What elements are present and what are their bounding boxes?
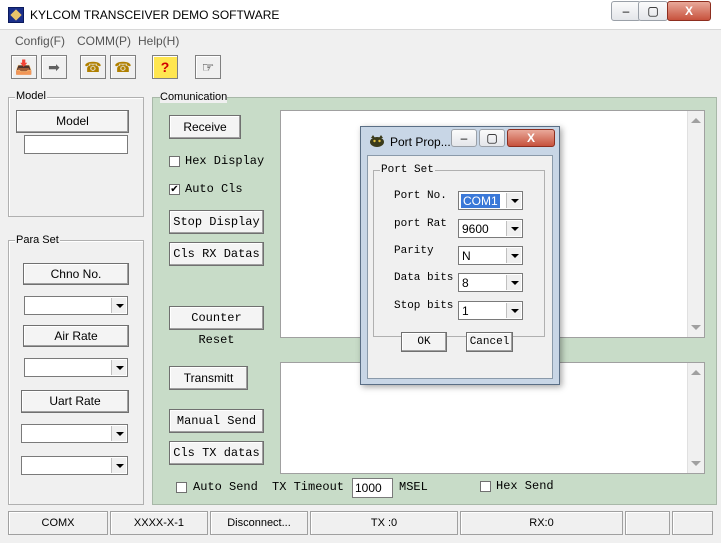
hex-send-label: Hex Send — [496, 479, 554, 493]
uart-rate-button[interactable]: Uart Rate — [21, 390, 129, 413]
scroll-up-icon[interactable] — [691, 118, 701, 123]
port-rate-label: port Rat — [394, 218, 447, 230]
menu-bar: Config(F) COMM(P) Help(H) — [0, 31, 721, 51]
tx-timeout-label: TX Timeout — [272, 480, 345, 494]
parity-select[interactable]: N — [458, 246, 523, 265]
send-icon[interactable]: ➡ — [41, 55, 67, 79]
port-no-label: Port No. — [394, 190, 447, 202]
hex-display-checkbox[interactable] — [169, 156, 180, 167]
stop-display-button[interactable]: Stop Display — [169, 210, 264, 234]
air-rate-select[interactable] — [24, 358, 128, 377]
phone-hangup-icon[interactable]: ☎ — [110, 55, 136, 79]
dialog-body: Port Set Port No. COM1 port Rat 9600 Par… — [367, 155, 553, 379]
tx-scrollbar[interactable] — [687, 363, 704, 473]
cls-rx-button[interactable]: Cls RX Datas — [169, 242, 264, 266]
title-bar: KYLCOM TRANSCEIVER DEMO SOFTWARE – ▢ X — [0, 0, 721, 30]
chevron-down-icon[interactable] — [111, 360, 126, 375]
port-no-select[interactable]: COM1 — [458, 191, 523, 210]
manual-send-button[interactable]: Manual Send — [169, 409, 264, 433]
chno-select[interactable] — [24, 296, 128, 315]
receive-button[interactable]: Receive — [169, 115, 241, 139]
auto-send-label: Auto Send — [193, 480, 258, 494]
transmit-button[interactable]: Transmitt — [169, 366, 248, 390]
status-rx: RX:0 — [460, 511, 623, 535]
stop-bits-select[interactable]: 1 — [458, 301, 523, 320]
status-connection: Disconnect... — [210, 511, 308, 535]
chevron-down-icon[interactable] — [506, 303, 521, 318]
dialog-maximize-button[interactable]: ▢ — [479, 129, 505, 147]
ok-button[interactable]: OK — [401, 332, 447, 352]
auto-send-checkbox[interactable] — [176, 482, 187, 493]
close-button[interactable]: X — [667, 1, 711, 21]
scroll-up-icon[interactable] — [691, 370, 701, 375]
model-group-label: Model — [15, 90, 47, 102]
dialog-title: Port Prop... — [390, 135, 451, 149]
chno-button[interactable]: Chno No. — [23, 263, 129, 285]
data-bits-select[interactable]: 8 — [458, 273, 523, 292]
status-port: COMX — [8, 511, 108, 535]
chevron-down-icon[interactable] — [506, 193, 521, 208]
scroll-down-icon[interactable] — [691, 325, 701, 330]
chevron-down-icon[interactable] — [506, 275, 521, 290]
status-extra — [625, 511, 670, 535]
msel-label: MSEL — [399, 480, 428, 494]
stop-bits-label: Stop bits — [394, 300, 454, 312]
help-icon[interactable]: ? — [152, 55, 178, 79]
cancel-button[interactable]: Cancel — [466, 332, 513, 352]
uart-rate-select[interactable] — [21, 424, 128, 443]
status-model: XXXX-X-1 — [110, 511, 208, 535]
minimize-button[interactable]: – — [611, 1, 641, 21]
chevron-down-icon[interactable] — [111, 426, 126, 441]
data-bits-label: Data bits — [394, 272, 454, 284]
exit-icon[interactable]: ☞ — [195, 55, 221, 79]
model-field[interactable] — [24, 135, 128, 154]
auto-cls-label: Auto Cls — [185, 182, 243, 196]
menu-comm[interactable]: COMM(P) — [77, 34, 131, 48]
open-icon[interactable]: 📥 — [11, 55, 37, 79]
air-rate-button[interactable]: Air Rate — [23, 325, 129, 347]
status-extra-2 — [672, 511, 713, 535]
model-button[interactable]: Model — [16, 110, 129, 133]
rx-scrollbar[interactable] — [687, 111, 704, 337]
port-properties-dialog: Port Prop... – ▢ X Port Set Port No. COM… — [360, 126, 560, 385]
menu-help[interactable]: Help(H) — [138, 34, 179, 48]
chevron-down-icon[interactable] — [506, 221, 521, 236]
dialog-minimize-button[interactable]: – — [451, 129, 477, 147]
dialog-cat-icon — [368, 134, 386, 148]
chevron-down-icon[interactable] — [111, 298, 126, 313]
menu-config[interactable]: Config(F) — [15, 34, 65, 48]
para-set-label: Para Set — [15, 234, 60, 246]
phone-call-icon[interactable]: ☎ — [80, 55, 106, 79]
extra-select[interactable] — [21, 456, 128, 475]
auto-cls-checkbox[interactable]: ✔ — [169, 184, 180, 195]
window-title: KYLCOM TRANSCEIVER DEMO SOFTWARE — [30, 8, 280, 22]
communication-label: Comunication — [160, 91, 228, 103]
maximize-button[interactable]: ▢ — [638, 1, 668, 21]
hex-display-label: Hex Display — [185, 154, 265, 168]
cls-tx-button[interactable]: Cls TX datas — [169, 441, 264, 465]
scroll-down-icon[interactable] — [691, 461, 701, 466]
status-tx: TX :0 — [310, 511, 458, 535]
counter-reset-button[interactable]: Counter Reset — [169, 306, 264, 347]
tx-timeout-input[interactable]: 1000 — [352, 478, 393, 498]
chevron-down-icon[interactable] — [506, 248, 521, 263]
hex-send-checkbox[interactable] — [480, 481, 491, 492]
app-icon — [8, 7, 24, 23]
chevron-down-icon[interactable] — [111, 458, 126, 473]
port-set-label: Port Set — [380, 164, 435, 176]
parity-label: Parity — [394, 245, 434, 257]
port-rate-select[interactable]: 9600 — [458, 219, 523, 238]
dialog-close-button[interactable]: X — [507, 129, 555, 147]
